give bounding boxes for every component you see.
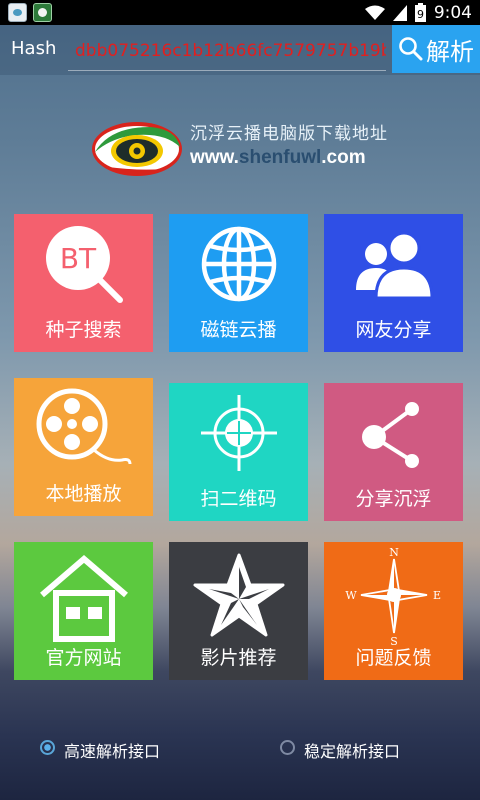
globe-icon	[201, 226, 276, 302]
signal-icon	[392, 4, 407, 21]
radio-fast-label[interactable]: 高速解析接口	[64, 738, 160, 762]
users-icon	[355, 231, 434, 300]
radio-fast-interface[interactable]	[40, 740, 55, 755]
shenfu-logo	[92, 122, 182, 176]
hash-label: Hash	[11, 38, 57, 59]
status-bar: 9 9:04	[0, 0, 480, 25]
share-icon	[361, 402, 419, 468]
tile-label: 分享沉浮	[355, 488, 432, 510]
radio-stable-interface[interactable]	[280, 740, 295, 755]
svg-text:W: W	[345, 589, 357, 602]
radio-stable-label[interactable]: 稳定解析接口	[304, 738, 400, 762]
tile-label: 本地播放	[45, 483, 122, 505]
app-icon-2	[33, 3, 52, 22]
bt-search-icon: BT	[45, 226, 123, 303]
tile-label: 网友分享	[355, 319, 432, 341]
tile-share-app[interactable]: 分享沉浮	[324, 383, 463, 521]
tile-label: 影片推荐	[200, 647, 277, 669]
download-banner[interactable]: 沉浮云播电脑版下载地址 www.shenfuwl.com	[90, 115, 400, 183]
tile-local-play[interactable]: 本地播放	[14, 378, 153, 516]
tile-user-share[interactable]: 网友分享	[324, 214, 463, 352]
tile-label: 问题反馈	[355, 647, 432, 669]
hash-toolbar: Hash dbb075216c1b12b66fc7579757b19b7 解析	[0, 25, 480, 75]
svg-text:9: 9	[417, 8, 424, 21]
wifi-icon	[364, 5, 385, 20]
hash-input[interactable]: dbb075216c1b12b66fc7579757b19b7	[68, 31, 386, 71]
compass-icon: N S E W	[345, 547, 441, 645]
tile-label: 磁链云播	[200, 319, 277, 341]
tile-movie-recommend[interactable]: 影片推荐	[169, 542, 308, 680]
tile-label: 种子搜索	[45, 319, 122, 341]
clock: 9:04	[433, 2, 472, 23]
banner-title: 沉浮云播电脑版下载地址	[190, 124, 388, 144]
tile-scan-qr[interactable]: 扫二维码	[169, 383, 308, 521]
film-reel-icon	[36, 388, 131, 465]
banner-url: www.shenfuwl.com	[190, 147, 366, 168]
tile-official-site[interactable]: 官方网站	[14, 542, 153, 680]
parse-interface-selector: 高速解析接口 稳定解析接口	[0, 732, 480, 764]
tile-feedback[interactable]: N S E W 问题反馈	[324, 542, 463, 680]
home-icon	[39, 555, 128, 642]
tile-label: 扫二维码	[200, 488, 277, 510]
battery-icon: 9	[414, 3, 426, 22]
svg-text:N: N	[389, 547, 399, 559]
search-icon	[399, 37, 423, 61]
app-icon-1	[8, 3, 27, 22]
crosshair-icon	[200, 395, 277, 471]
tile-magnet-stream[interactable]: 磁链云播	[169, 214, 308, 352]
svg-text:BT: BT	[59, 242, 96, 275]
parse-button[interactable]: 解析	[392, 25, 480, 73]
tile-seed-search[interactable]: BT 种子搜索	[14, 214, 153, 352]
tile-label: 官方网站	[45, 647, 122, 669]
parse-button-label: 解析	[426, 37, 474, 66]
star-icon	[193, 553, 284, 637]
svg-text:E: E	[432, 589, 440, 602]
